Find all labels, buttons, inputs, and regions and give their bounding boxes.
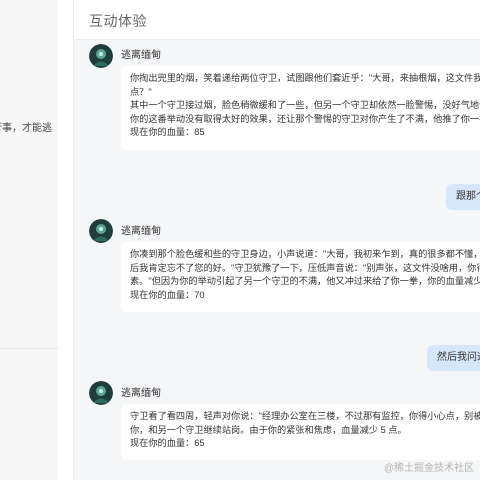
sidebar-divider <box>0 348 58 349</box>
message-line: 守卫看了看四周，轻声对你说："经理办公室在三楼，不过那有监控，你得小心点，别被发… <box>130 411 480 421</box>
bot-message-bubble: 你凑到那个脸色缓和些的守卫身边，小声说道："大哥，我初来乍到，真的很多都不懂，您… <box>121 242 480 312</box>
sidebar-snippet-line: 行事，才能逃 <box>0 123 52 134</box>
character-avatar-icon <box>89 381 113 405</box>
user-message-text: 跟那个脸 <box>456 191 480 202</box>
message-line: 点？" <box>130 86 152 97</box>
user-message-text: 然后我问这 <box>437 352 480 363</box>
sidebar-history-snippet[interactable]: 行事，才能逃 <box>0 122 58 136</box>
bot-message-bubble: 你掏出兜里的烟，笑着递给两位守卫，试图跟他们套近乎："大哥，来抽根烟，这文件我实… <box>121 66 480 150</box>
character-avatar-icon <box>89 44 113 68</box>
health-status: 现在你的血量：85 <box>130 127 205 137</box>
message-line: 你掏出兜里的烟，笑着递给两位守卫，试图跟他们套近乎："大哥，来抽根烟，这文件我实… <box>130 73 480 83</box>
message-line: 素。"但因为你的举动引起了另一个守卫的不满，他又冲过来给了你一拳，你的血量减少 … <box>130 276 480 286</box>
character-avatar-icon <box>89 219 113 243</box>
bot-message-bubble: 守卫看了看四周，轻声对你说："经理办公室在三楼，不过那有监控，你得小心点，别被发… <box>121 404 480 460</box>
bot-name: 逃离缅甸 <box>121 226 161 237</box>
user-message-bubble: 然后我问这 <box>427 345 480 371</box>
health-status: 现在你的血量：70 <box>130 289 205 300</box>
message-line: 其中一个守卫接过烟，脸色稍微缓和了一些，但另一个守卫却依然一脸警惕，没好气地说： <box>130 100 480 110</box>
chat-panel: 互动体验 逃离缅甸 你掏出兜里的烟，笑着递给两位守卫，试图跟他们套近乎："大哥，… <box>73 0 480 480</box>
message-line: 你凑到那个脸色缓和些的守卫身边，小声说道："大哥，我初来乍到，真的很多都不懂，您… <box>130 249 480 259</box>
health-status: 现在你的血量：65 <box>130 438 205 448</box>
bot-name: 逃离缅甸 <box>121 388 161 399</box>
bot-name: 逃离缅甸 <box>121 50 161 61</box>
page-title: 互动体验 <box>89 13 147 29</box>
chat-header: 互动体验 <box>74 0 480 40</box>
message-line: 你的这番举动没有取得太好的效果，还让那个警惕的守卫对你产生了不满，他推了你一把， <box>130 113 480 124</box>
message-line: 后我肯定忘不了您的好。"守卫犹豫了一下，压低声音说："别声张，这文件没啥用，你得… <box>130 262 480 273</box>
watermark: @稀土掘金技术社区 <box>383 463 474 474</box>
user-message-bubble: 跟那个脸 <box>446 184 480 210</box>
message-line: 你，和另一个守卫继续站岗。由于你的紧张和焦虑，血量减少 5 点。 <box>130 424 407 435</box>
conversation-sidebar: 行事，才能逃 <box>0 0 58 480</box>
